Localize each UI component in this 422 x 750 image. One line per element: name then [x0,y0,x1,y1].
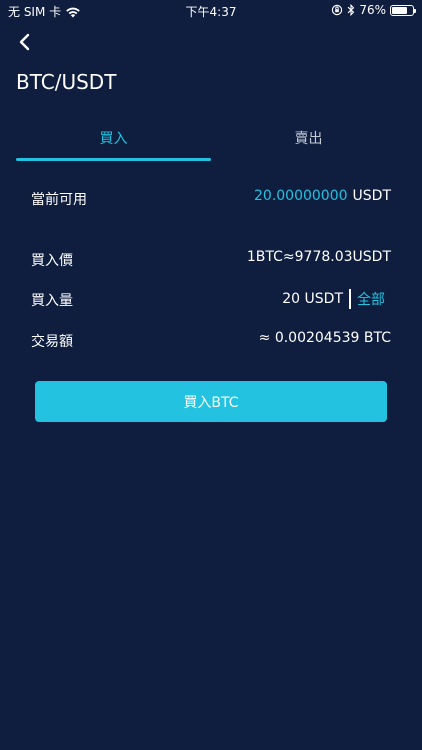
quantity-input[interactable]: 20 USDT [282,291,343,307]
available-row: 當前可用 20.00000000 USDT [31,186,391,210]
battery-level [392,6,408,14]
trade-tabs: 買入 賣出 [16,118,406,162]
tab-sell[interactable]: 賣出 [211,118,406,162]
trade-screen: 无 SIM 卡 下午4:37 76% BTC/USDT 買入 賣出 當前可用 2… [0,0,422,750]
chevron-left-icon [19,33,30,51]
all-button[interactable]: 全部 [357,289,385,309]
status-right: 76% [331,3,416,17]
page-title: BTC/USDT [16,70,117,94]
total-label: 交易額 [31,334,73,350]
price-label: 買入價 [31,253,73,269]
available-label: 當前可用 [31,192,87,208]
total-value: ≈ 0.00204539 BTC [258,330,391,346]
price-row: 買入價 1BTC≈9778.03USDT [31,247,391,271]
quantity-label: 買入量 [31,293,73,309]
total-row: 交易額 ≈ 0.00204539 BTC [31,328,391,352]
quantity-value: 20 USDT 全部 [282,289,385,309]
available-amount: 20.00000000 [254,188,348,204]
buy-btc-button[interactable]: 買入BTC [35,381,387,422]
quantity-row: 買入量 20 USDT 全部 [31,287,391,311]
price-value: 1BTC≈9778.03USDT [246,249,391,265]
rotation-lock-icon [331,4,343,16]
tab-buy[interactable]: 買入 [16,118,211,162]
quantity-divider [349,289,351,309]
available-unit: USDT [352,188,391,204]
active-tab-indicator [16,158,211,161]
back-button[interactable] [12,28,40,56]
status-bar: 无 SIM 卡 下午4:37 76% [0,0,422,22]
available-value: 20.00000000 USDT [254,188,391,204]
battery-percent: 76% [359,3,386,17]
battery-icon [390,4,416,16]
bluetooth-icon [347,4,355,16]
